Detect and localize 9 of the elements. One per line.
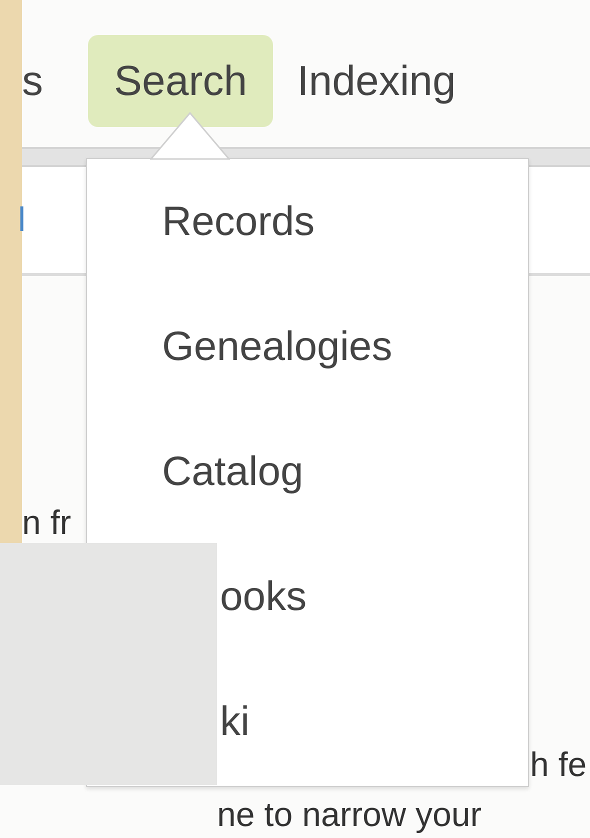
menu-item[interactable]: Records [87, 159, 528, 284]
nav-tab[interactable]: Indexing [273, 35, 480, 127]
body-text: n fr [22, 504, 72, 543]
body-text: ne to narrow your [217, 796, 482, 835]
menu-item[interactable]: Genealogies [87, 284, 528, 409]
nav-tab[interactable]: s [22, 35, 88, 127]
nav-tab[interactable]: Search [88, 35, 274, 127]
menu-item[interactable]: Catalog [87, 409, 528, 534]
body-text: h fe [530, 746, 587, 785]
